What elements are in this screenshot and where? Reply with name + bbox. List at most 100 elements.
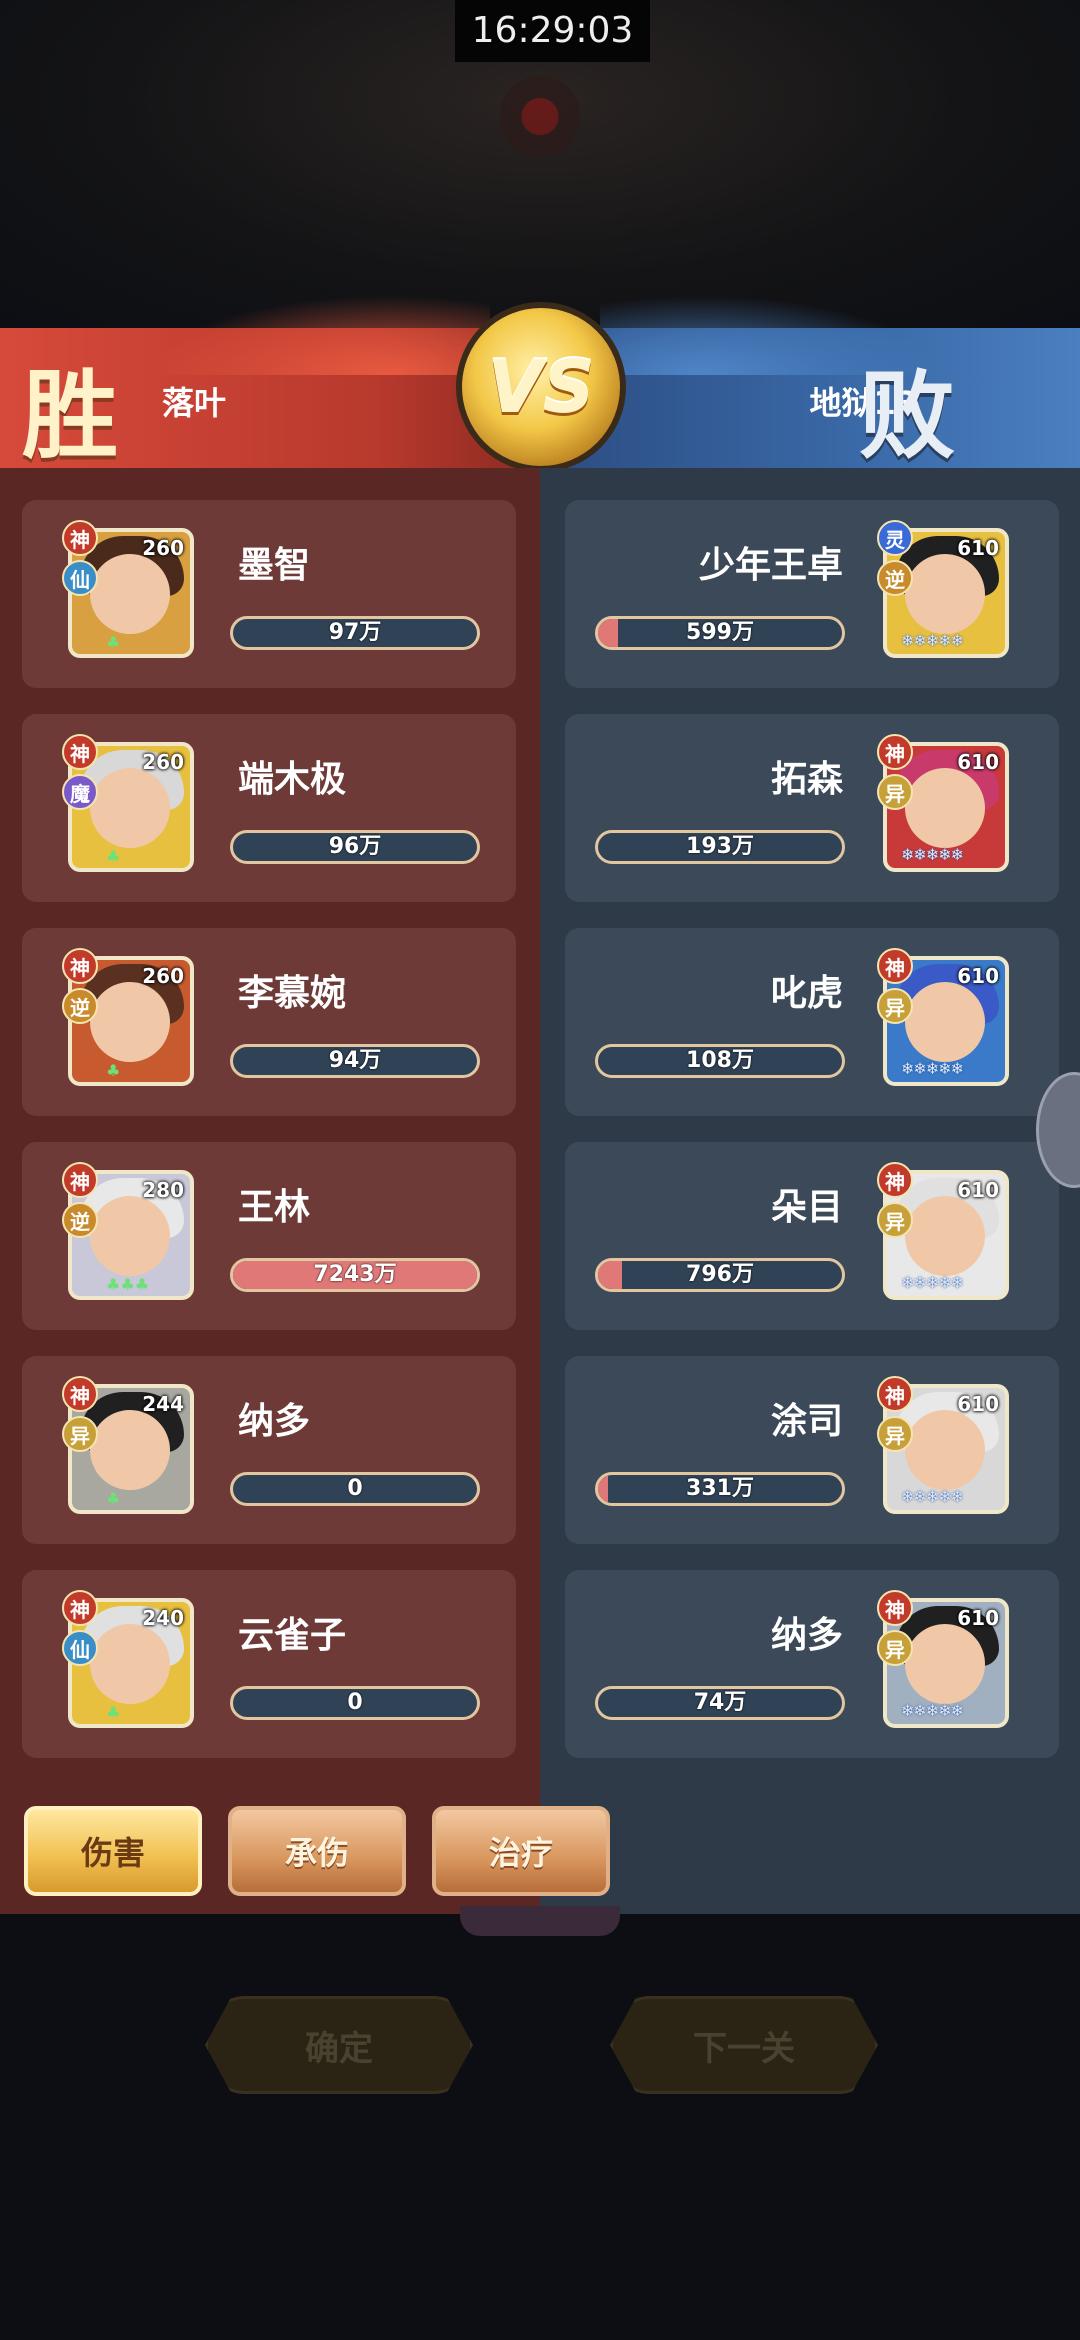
damage-bar: 96万	[230, 830, 480, 864]
tab-healing[interactable]: 治疗	[432, 1806, 610, 1896]
star-rank-icons: ❄❄❄❄❄	[901, 631, 964, 650]
damage-value: 599万	[686, 620, 754, 645]
damage-bar: 0	[230, 1686, 480, 1720]
damage-value: 94万	[328, 1048, 382, 1073]
left-team-name: 落叶	[162, 384, 227, 422]
damage-bar: 7243万	[230, 1258, 480, 1292]
hero-name: 拓森	[770, 759, 843, 800]
grade-badge: 神	[62, 948, 98, 984]
right-unit-card[interactable]: 610 ❄❄❄❄❄ 神异拓森 193万	[565, 714, 1059, 902]
star-rank-icons: ❄❄❄❄❄	[901, 1487, 964, 1506]
left-unit-card[interactable]: 260 ♣ 神魔 端木极 96万	[22, 714, 516, 902]
win-label: 胜	[22, 359, 118, 472]
damage-bar: 74万	[595, 1686, 845, 1720]
right-unit-card[interactable]: 610 ❄❄❄❄❄ 神异叱虎 108万	[565, 928, 1059, 1116]
hero-name: 李慕婉	[238, 973, 347, 1014]
damage-bar: 796万	[595, 1258, 845, 1292]
damage-value: 74万	[693, 1690, 747, 1715]
grade-badge: 神	[62, 734, 98, 770]
element-badge: 异	[877, 988, 913, 1024]
hero-face	[90, 768, 170, 848]
vs-emblem: VS	[456, 302, 626, 472]
damage-bar: 94万	[230, 1044, 480, 1078]
grade-badge: 神	[62, 1376, 98, 1412]
element-badge: 仙	[62, 1630, 98, 1666]
red-flame-decoration	[150, 295, 490, 375]
star-rank-icons: ❄❄❄❄❄	[901, 1701, 964, 1720]
hero-level: 610	[957, 1392, 999, 1416]
right-unit-card[interactable]: 610 ❄❄❄❄❄ 灵逆少年王卓 599万	[565, 500, 1059, 688]
right-unit-card[interactable]: 610 ❄❄❄❄❄ 神异涂司 331万	[565, 1356, 1059, 1544]
leaf-rank-icons: ♣	[106, 1703, 121, 1722]
hero-level: 244	[142, 1392, 184, 1416]
hero-level: 610	[957, 536, 999, 560]
grade-badge: 神	[62, 1162, 98, 1198]
hero-face	[905, 1624, 985, 1704]
hero-level: 280	[142, 1178, 184, 1202]
hero-name: 少年王卓	[698, 545, 843, 586]
confirm-button[interactable]: 确定	[205, 1996, 473, 2094]
status-time: 16:29:03	[455, 0, 650, 62]
hero-level: 240	[142, 1606, 184, 1630]
hero-face	[905, 982, 985, 1062]
hero-level: 610	[957, 1178, 999, 1202]
hero-face	[905, 554, 985, 634]
left-unit-card[interactable]: 260 ♣ 神逆 李慕婉 94万	[22, 928, 516, 1116]
damage-value: 193万	[686, 834, 754, 859]
grade-badge: 神	[877, 1162, 913, 1198]
hero-level: 610	[957, 1606, 999, 1630]
element-badge: 逆	[62, 988, 98, 1024]
damage-bar: 331万	[595, 1472, 845, 1506]
element-badge: 异	[877, 774, 913, 810]
leaf-rank-icons: ♣♣♣	[106, 1275, 150, 1294]
star-rank-icons: ❄❄❄❄❄	[901, 1059, 964, 1078]
damage-bar: 0	[230, 1472, 480, 1506]
leaf-rank-icons: ♣	[106, 1489, 121, 1508]
left-unit-card[interactable]: 260 ♣ 神仙 墨智 97万	[22, 500, 516, 688]
grade-badge: 神	[62, 520, 98, 556]
left-unit-card[interactable]: 240 ♣ 神仙 云雀子 0	[22, 1570, 516, 1758]
hero-face	[905, 1410, 985, 1490]
hero-level: 260	[142, 964, 184, 988]
hero-name: 端木极	[238, 759, 347, 800]
damage-value: 0	[347, 1690, 363, 1715]
next-stage-button[interactable]: 下一关	[610, 1996, 878, 2094]
hero-face	[905, 1196, 985, 1276]
hero-name: 王林	[238, 1187, 311, 1228]
hero-level: 610	[957, 750, 999, 774]
grade-badge: 神	[877, 734, 913, 770]
leaf-rank-icons: ♣	[106, 847, 121, 866]
leaf-rank-icons: ♣	[106, 1061, 121, 1080]
star-rank-icons: ❄❄❄❄❄	[901, 845, 964, 864]
right-unit-card[interactable]: 610 ❄❄❄❄❄ 神异朵目 796万	[565, 1142, 1059, 1330]
damage-value: 0	[347, 1476, 363, 1501]
hero-name: 朵目	[770, 1187, 843, 1228]
element-badge: 逆	[62, 1202, 98, 1238]
hero-name: 涂司	[770, 1401, 843, 1442]
element-badge: 魔	[62, 774, 98, 810]
damage-value: 96万	[328, 834, 382, 859]
damage-bar: 108万	[595, 1044, 845, 1078]
damage-value: 108万	[686, 1048, 754, 1073]
hero-name: 云雀子	[238, 1615, 347, 1656]
left-unit-card[interactable]: 280 ♣♣♣ 神逆 王林 7243万	[22, 1142, 516, 1330]
panel-tab-handle	[460, 1906, 620, 1936]
hero-face	[90, 1196, 170, 1276]
hero-name: 纳多	[770, 1615, 843, 1656]
tab-damage-taken[interactable]: 承伤	[228, 1806, 406, 1896]
element-badge: 异	[877, 1630, 913, 1666]
damage-bar: 599万	[595, 616, 845, 650]
hero-level: 260	[142, 536, 184, 560]
right-unit-card[interactable]: 610 ❄❄❄❄❄ 神异纳多 74万	[565, 1570, 1059, 1758]
left-unit-card[interactable]: 244 ♣ 神异 纳多 0	[22, 1356, 516, 1544]
element-badge: 逆	[877, 560, 913, 596]
tab-damage[interactable]: 伤害	[24, 1806, 202, 1896]
hero-name: 纳多	[238, 1401, 311, 1442]
hero-level: 610	[957, 964, 999, 988]
hero-face	[90, 1410, 170, 1490]
grade-badge: 神	[877, 1590, 913, 1626]
leaf-rank-icons: ♣	[106, 633, 121, 652]
lose-label: 败	[859, 359, 955, 472]
hero-name: 墨智	[238, 545, 311, 586]
damage-bar: 97万	[230, 616, 480, 650]
